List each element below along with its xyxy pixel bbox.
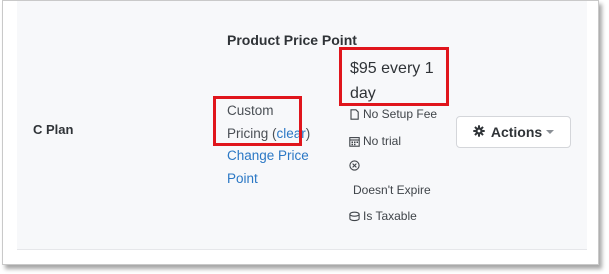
change-link-line1: Change Price xyxy=(227,148,309,163)
file-icon xyxy=(349,108,360,120)
price-line1: $95 every 1 xyxy=(350,60,434,77)
actions-button[interactable]: Actions xyxy=(456,116,571,148)
column-title: Product Price Point xyxy=(227,32,357,48)
setup-fee-text: No Setup Fee xyxy=(363,107,438,121)
custom-pricing-label: Custom xyxy=(227,100,331,123)
chevron-down-icon xyxy=(546,130,555,134)
pricing-info: Custom Pricing (clear) Change Price Poin… xyxy=(227,100,331,190)
expire-icon-row xyxy=(349,160,360,171)
price-value: $95 every 1 day xyxy=(350,56,458,106)
trial-detail: No trial xyxy=(349,134,401,148)
custom-pricing-line2: Pricing (clear) xyxy=(227,123,331,146)
calendar-icon xyxy=(349,136,360,147)
screenshot-frame: C Plan Product Price Point Custom Pricin… xyxy=(2,0,599,265)
custom-label-line1: Custom xyxy=(227,103,274,118)
circle-x-icon xyxy=(349,160,360,171)
taxable-detail: Is Taxable xyxy=(349,209,417,223)
setup-fee-detail: No Setup Fee xyxy=(349,107,437,121)
gear-icon xyxy=(473,124,485,140)
price-line2: day xyxy=(350,85,376,102)
clear-link[interactable]: clear xyxy=(277,126,306,141)
database-icon xyxy=(349,211,360,222)
close-paren: ) xyxy=(305,125,311,141)
trial-text: No trial xyxy=(363,134,402,148)
custom-label-line2: Pricing ( xyxy=(227,125,277,141)
change-price-point-link[interactable]: Change Price Point xyxy=(227,145,331,190)
price-point-row: C Plan Product Price Point Custom Pricin… xyxy=(17,1,587,250)
expire-detail: Doesn't Expire xyxy=(353,183,431,197)
plan-name: C Plan xyxy=(33,122,74,137)
taxable-text: Is Taxable xyxy=(363,209,417,223)
actions-label: Actions xyxy=(490,124,543,140)
expire-text: Doesn't Expire xyxy=(353,183,431,197)
change-link-line2: Point xyxy=(227,170,258,186)
